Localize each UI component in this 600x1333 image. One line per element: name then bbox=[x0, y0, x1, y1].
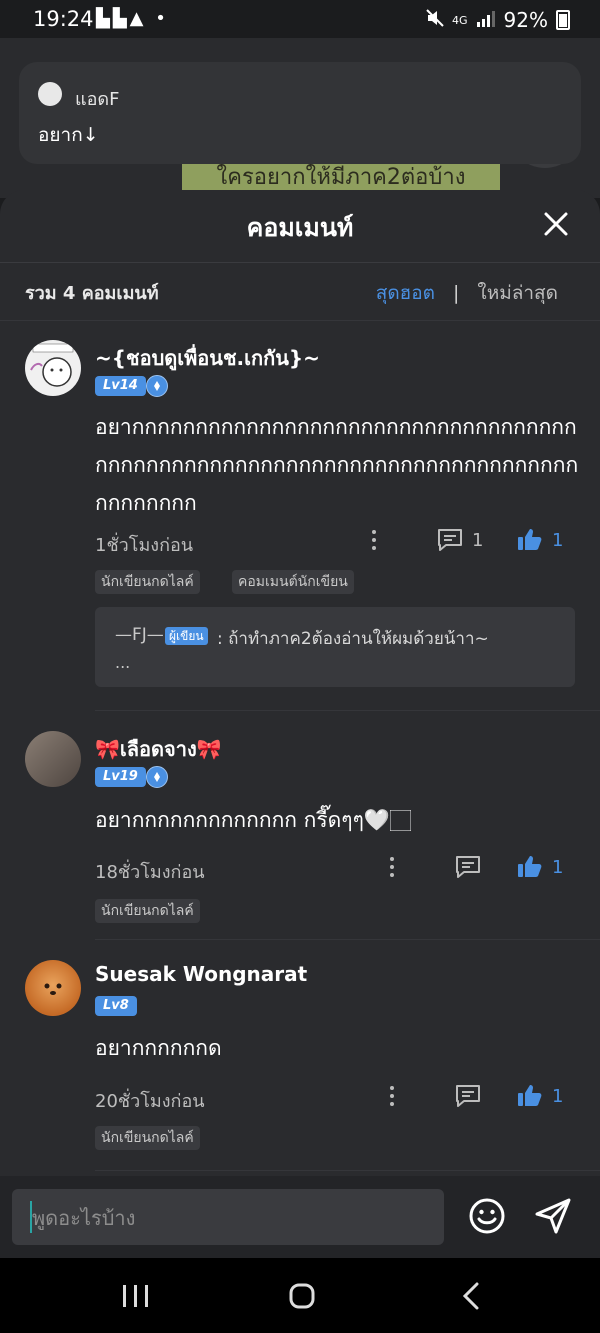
author-liked-tag: นักเขียนกดไลค์ bbox=[95, 1126, 200, 1150]
like-count: 1 bbox=[552, 857, 564, 878]
send-button[interactable] bbox=[534, 1197, 572, 1235]
comment-item: 🎀เลือดจาง🎀 Lv19 อยากกกกกกกกกกกกก กรี๊ดๆๆ… bbox=[0, 731, 600, 940]
thumbs-up-icon[interactable] bbox=[517, 854, 543, 878]
signal-icon bbox=[476, 8, 496, 32]
like-count: 1 bbox=[552, 530, 564, 551]
verified-icon bbox=[146, 766, 168, 788]
sheet-title: คอมเมนท์ bbox=[246, 213, 354, 242]
system-nav-bar bbox=[0, 1258, 600, 1333]
thumbs-up-icon[interactable] bbox=[517, 527, 543, 551]
comment-time: 20ชั่วโมงก่อน bbox=[95, 1091, 205, 1112]
sort-hot-tab[interactable]: สุดฮอต bbox=[376, 278, 435, 308]
avatar[interactable] bbox=[25, 960, 81, 1016]
mute-icon bbox=[426, 8, 444, 32]
divider bbox=[0, 320, 600, 321]
battery-icon bbox=[556, 10, 570, 30]
recent-apps-button[interactable] bbox=[122, 1284, 150, 1308]
comment-icon[interactable] bbox=[455, 855, 481, 879]
status-time: 19:24 bbox=[33, 7, 94, 31]
notification-avatar bbox=[38, 82, 62, 106]
more-vertical-icon[interactable] bbox=[389, 857, 395, 881]
comment-item: Suesak Wongnarat Lv8 อยากกกกกกด 20ชั่วโม… bbox=[0, 960, 600, 1171]
like-count: 1 bbox=[552, 1086, 564, 1107]
comment-text: อยากกกกกกกกกกกกก กรี๊ดๆๆ🤍🏻 bbox=[95, 808, 412, 832]
notification-toast[interactable]: แอดF อยาก↓ bbox=[19, 62, 581, 164]
comment-time: 1ชั่วโมงก่อน bbox=[95, 535, 194, 556]
back-button[interactable] bbox=[462, 1282, 480, 1310]
status-notification-icons: ▙▙▲ • bbox=[96, 8, 169, 29]
comment-divider bbox=[95, 939, 600, 940]
comment-icon[interactable] bbox=[437, 528, 463, 552]
reply-text: : ถ้าทำภาค2ต้องอ่านให้ผมด้วยน้าา~ bbox=[217, 629, 489, 649]
comment-divider bbox=[95, 1170, 600, 1171]
home-button[interactable] bbox=[289, 1283, 315, 1309]
level-badge: Lv14 bbox=[95, 376, 146, 396]
comment-divider bbox=[95, 710, 600, 711]
commenter-name[interactable]: 🎀เลือดจาง🎀 bbox=[95, 733, 222, 765]
author-badge: ผู้เขียน bbox=[165, 627, 208, 645]
author-comment-tag: คอมเมนต์นักเขียน bbox=[232, 570, 354, 594]
sort-separator: | bbox=[453, 282, 460, 304]
send-icon bbox=[535, 1198, 571, 1234]
author-liked-tag: นักเขียนกดไลค์ bbox=[95, 899, 200, 923]
notification-message: อยาก↓ bbox=[38, 124, 99, 146]
more-vertical-icon[interactable] bbox=[371, 530, 377, 554]
network-label: 4G bbox=[452, 13, 468, 27]
notification-sender: แอดF bbox=[75, 89, 120, 110]
emoji-button[interactable] bbox=[468, 1197, 506, 1235]
status-bar: 19:24 ▙▙▲ • 4G 92% bbox=[0, 0, 600, 38]
smiley-icon bbox=[469, 1198, 505, 1234]
comment-count-summary: รวม 4 คอมเมนท์ bbox=[25, 283, 159, 304]
reply-author: —FJ— bbox=[115, 625, 164, 645]
battery-percent: 92% bbox=[503, 8, 548, 32]
comment-item: ~{ชอบดูเพื่อนช.เกกัน}~ Lv14 อยากกกกกกกกก… bbox=[0, 340, 600, 711]
back-icon bbox=[462, 1282, 479, 1310]
reply-count: 1 bbox=[472, 530, 484, 551]
comment-icon[interactable] bbox=[455, 1084, 481, 1108]
level-badge: Lv19 bbox=[95, 767, 146, 787]
commenter-name[interactable]: Suesak Wongnarat bbox=[95, 962, 307, 986]
comments-sheet: คอมเมนท์ รวม 4 คอมเมนท์ สุดฮอต | ใหม่ล่า… bbox=[0, 190, 600, 1258]
status-right-group: 4G 92% bbox=[426, 8, 570, 32]
comment-text: อยากกกกกกด bbox=[95, 1036, 222, 1060]
sort-options: สุดฮอต | ใหม่ล่าสุด bbox=[376, 278, 558, 308]
close-icon bbox=[544, 212, 568, 236]
more-vertical-icon[interactable] bbox=[389, 1086, 395, 1110]
recent-apps-icon bbox=[123, 1285, 148, 1307]
comment-input[interactable] bbox=[30, 1189, 434, 1247]
avatar[interactable] bbox=[25, 731, 81, 787]
comment-text: อยากกกกกกกกกกกกกกกกกกกกกกกกกกกกกกกกกกกกก… bbox=[95, 415, 579, 515]
thumbs-up-icon[interactable] bbox=[517, 1083, 543, 1107]
comment-time: 18ชั่วโมงก่อน bbox=[95, 862, 205, 883]
sheet-header: คอมเมนท์ bbox=[0, 190, 600, 263]
reply-ellipsis: ... bbox=[115, 653, 131, 672]
reply-preview[interactable]: —FJ— ผู้เขียน : ถ้าทำภาค2ต้องอ่านให้ผมด้… bbox=[95, 607, 575, 687]
home-icon bbox=[289, 1283, 315, 1309]
comment-input-container[interactable] bbox=[12, 1189, 444, 1247]
author-liked-tag: นักเขียนกดไลค์ bbox=[95, 570, 200, 594]
close-button[interactable] bbox=[542, 210, 570, 238]
level-badge: Lv8 bbox=[95, 996, 137, 1016]
comment-input-bar bbox=[0, 1176, 600, 1258]
verified-icon bbox=[146, 375, 168, 397]
text-caret bbox=[30, 1201, 32, 1233]
commenter-name[interactable]: ~{ชอบดูเพื่อนช.เกกัน}~ bbox=[95, 342, 320, 374]
avatar[interactable] bbox=[25, 340, 81, 396]
sort-newest-tab[interactable]: ใหม่ล่าสุด bbox=[477, 278, 558, 308]
